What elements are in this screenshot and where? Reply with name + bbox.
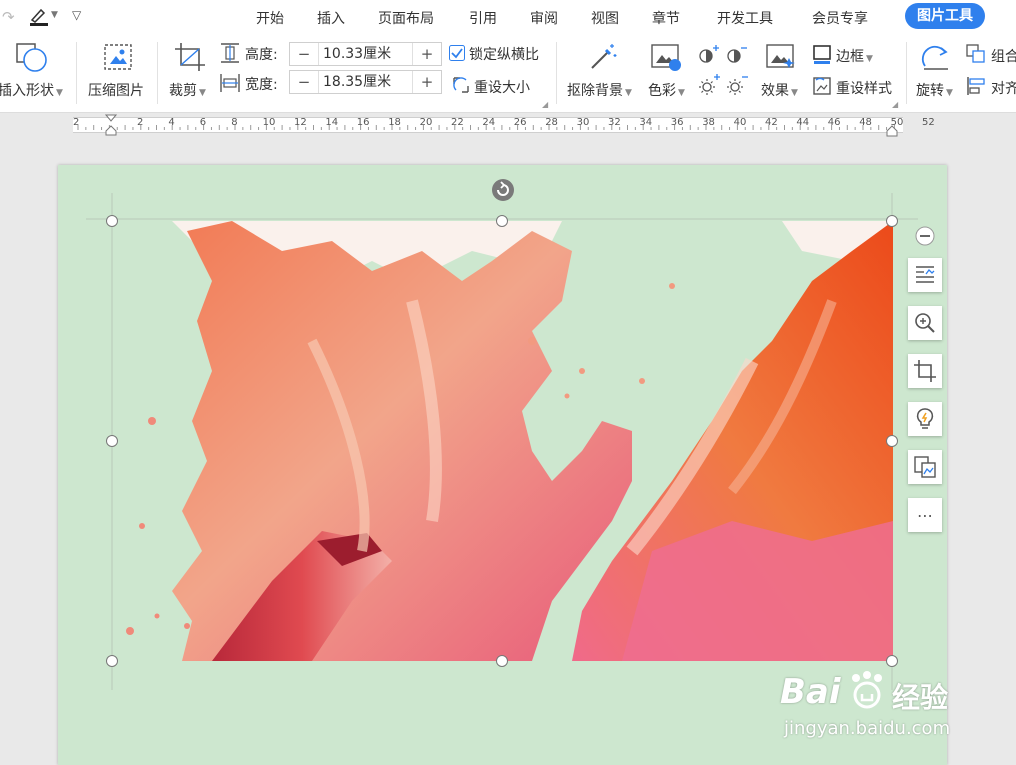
resize-handle-top-right[interactable] (886, 215, 898, 227)
paint-splash-image[interactable] (112, 221, 893, 661)
resize-handle-bottom-center[interactable] (496, 655, 508, 667)
rotate-handle-icon[interactable] (491, 178, 515, 206)
lightbulb-icon (916, 408, 934, 429)
image-convert-icon (914, 456, 936, 478)
resize-handle-top-left[interactable] (106, 215, 118, 227)
paint-splash-graphic (126, 221, 893, 661)
watermark-brand2: 经验 (892, 681, 949, 714)
image-convert-button[interactable] (908, 450, 942, 484)
resize-handle-top-center[interactable] (496, 215, 508, 227)
watermark-url: jingyan.baidu.com (784, 718, 951, 739)
resize-handle-middle-right[interactable] (886, 435, 898, 447)
more-icon: ⋯ (917, 505, 933, 525)
text-wrap-icon (916, 266, 935, 283)
crop-quick-button[interactable] (908, 354, 942, 388)
watermark-brand: Bai (780, 672, 841, 712)
zoom-out-icon[interactable] (915, 226, 935, 250)
smart-suggest-button[interactable] (908, 402, 942, 436)
paw-logo-icon (844, 670, 890, 714)
more-options-button[interactable]: ⋯ (908, 498, 942, 532)
crop-icon (914, 360, 936, 382)
zoom-in-icon (915, 313, 935, 333)
resize-handle-middle-left[interactable] (106, 435, 118, 447)
zoom-in-button[interactable] (908, 306, 942, 340)
resize-handle-bottom-left[interactable] (106, 655, 118, 667)
text-wrap-button[interactable] (908, 258, 942, 292)
resize-handle-bottom-right[interactable] (886, 655, 898, 667)
